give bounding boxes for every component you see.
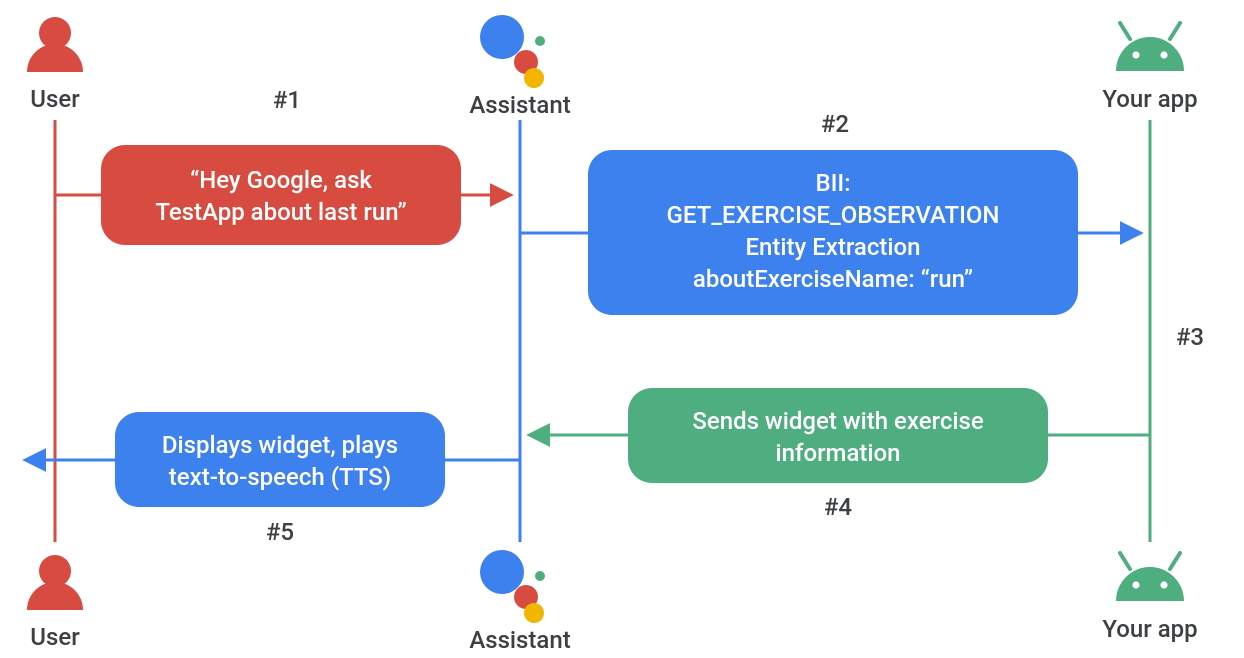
step-1-label: #1 [273, 86, 301, 114]
box-1-line-1: “Hey Google, ask [190, 166, 372, 194]
android-icon [1116, 23, 1184, 71]
box-5-line-2: text-to-speech (TTS) [169, 463, 391, 491]
step-4-label: #4 [824, 493, 852, 521]
user-icon [27, 17, 83, 72]
user-top: User [27, 17, 83, 113]
box-5-line-1: Displays widget, plays [162, 431, 398, 459]
step-3-label: #3 [1176, 323, 1204, 351]
app-top-label: Your app [1102, 85, 1197, 113]
assistant-bottom-label: Assistant [469, 626, 570, 654]
box-1: “Hey Google, ask TestApp about last run” [101, 145, 461, 245]
box-4-line-1: Sends widget with exercise [692, 407, 983, 435]
step-2-label: #2 [821, 110, 849, 138]
box-5: Displays widget, plays text-to-speech (TT… [115, 412, 445, 507]
box-1-line-2: TestApp about last run” [155, 198, 406, 226]
box-2-line-4: aboutExerciseName: “run” [693, 265, 973, 293]
user-bottom-label: User [30, 623, 80, 651]
user-bottom: User [27, 555, 83, 651]
user-icon [27, 555, 83, 610]
box-4-line-2: information [776, 439, 901, 467]
box-2: BII: GET_EXERCISE_OBSERVATION Entity Extra… [588, 150, 1078, 315]
assistant-bottom: Assistant [469, 550, 570, 654]
box-2-line-1: BII: [815, 169, 850, 197]
box-4: Sends widget with exercise information [628, 388, 1048, 483]
user-top-label: User [30, 85, 80, 113]
sequence-diagram: User Assistant Your app #1 “Hey Google, … [0, 0, 1244, 658]
android-icon [1116, 553, 1184, 601]
app-top: Your app [1102, 23, 1197, 113]
app-bottom: Your app [1102, 553, 1197, 643]
step-5-label: #5 [266, 518, 294, 546]
assistant-icon [480, 15, 545, 88]
box-2-line-3: Entity Extraction [746, 233, 921, 261]
assistant-top-label: Assistant [469, 91, 570, 119]
app-bottom-label: Your app [1102, 615, 1197, 643]
assistant-top: Assistant [469, 15, 570, 119]
box-2-line-2: GET_EXERCISE_OBSERVATION [667, 201, 1000, 229]
assistant-icon [480, 550, 545, 623]
